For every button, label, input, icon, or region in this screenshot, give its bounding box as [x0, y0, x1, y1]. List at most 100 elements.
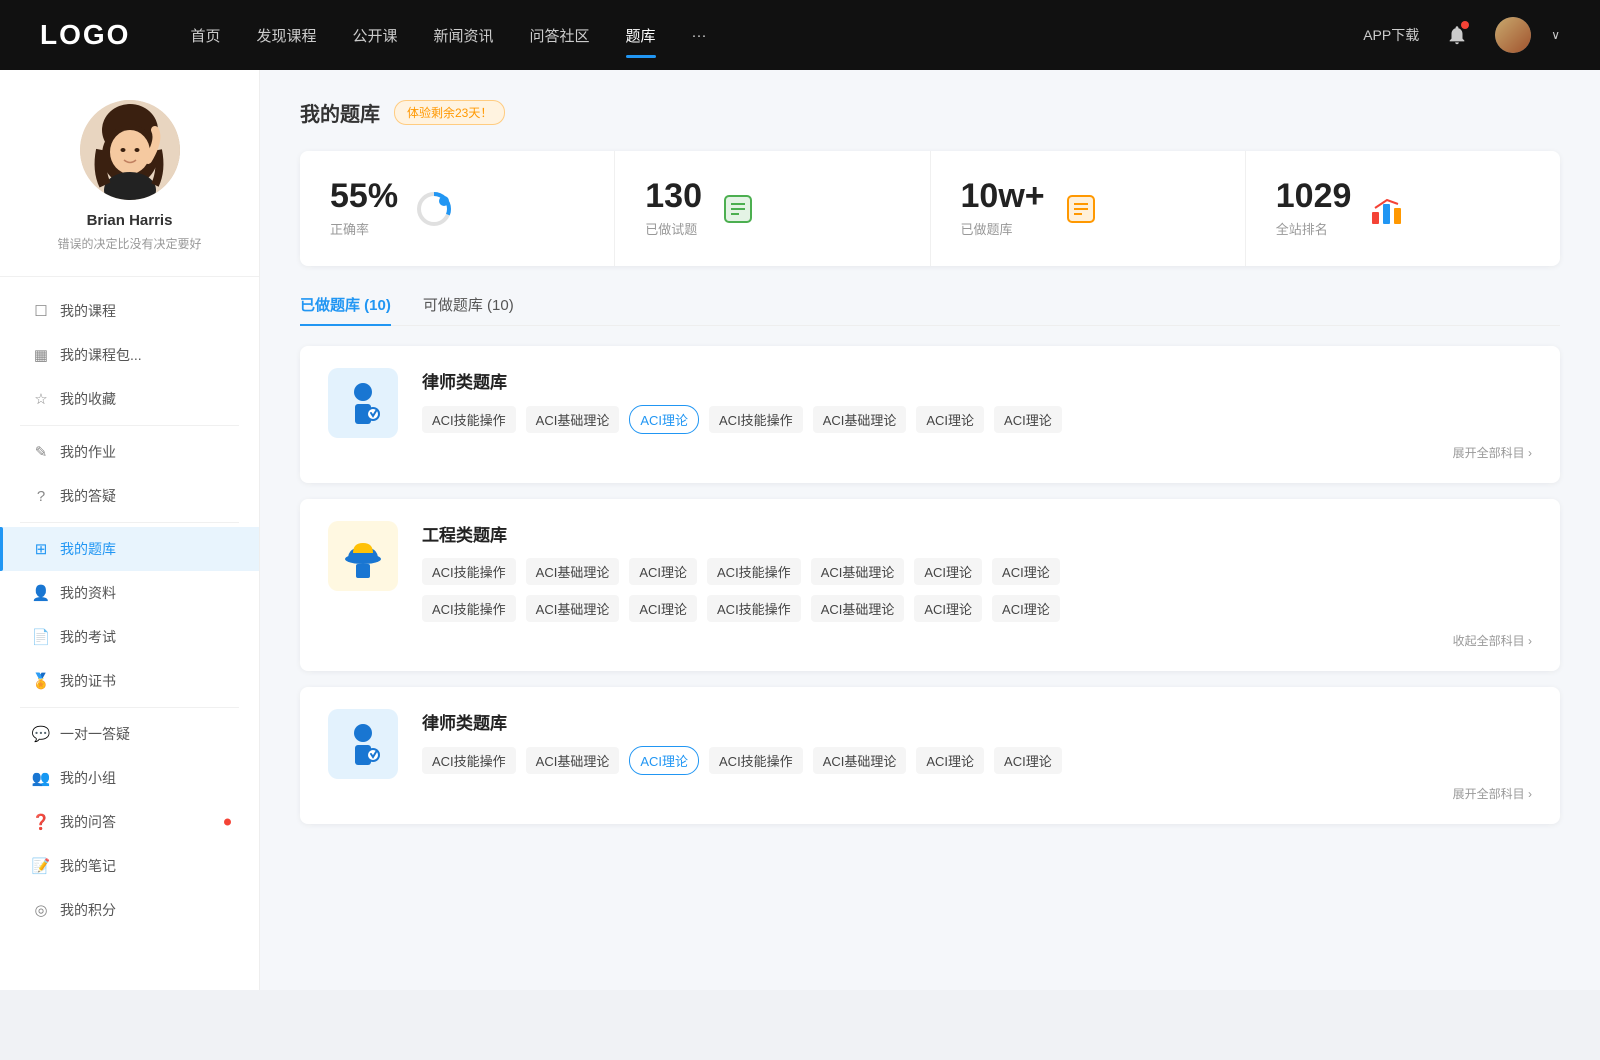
page-title: 我的题库 — [300, 98, 380, 127]
sidebar-nav: ☐ 我的课程 ▦ 我的课程包... ☆ 我的收藏 ✎ 我的作业 ? 我的答疑 — [0, 277, 259, 944]
notification-bell[interactable] — [1439, 17, 1475, 53]
stat-rank-label: 全站排名 — [1276, 219, 1352, 238]
chart-icon: ▦ — [32, 346, 50, 364]
stat-accuracy: 55% 正确率 — [300, 151, 615, 266]
expand-link-lawyer-1[interactable]: 展开全部科目 › — [422, 444, 1532, 461]
stat-done-banks: 10w+ 已做题库 — [931, 151, 1246, 266]
tag-eng-r2-2[interactable]: ACI理论 — [629, 595, 697, 622]
tag-lawyer2-3[interactable]: ACI技能操作 — [709, 747, 803, 774]
sidebar-item-homework[interactable]: ✎ 我的作业 — [0, 430, 259, 474]
tag-lawyer-1-1[interactable]: ACI基础理论 — [526, 406, 620, 433]
profile-name: Brian Harris — [87, 212, 173, 229]
expand-link-lawyer-2[interactable]: 展开全部科目 › — [422, 785, 1532, 802]
nav-news[interactable]: 新闻资讯 — [434, 21, 494, 50]
doc-icon: 📄 — [32, 628, 50, 646]
tag-lawyer2-5[interactable]: ACI理论 — [916, 747, 984, 774]
bank-card-body-lawyer-1: 律师类题库 ACI技能操作 ACI基础理论 ACI理论 ACI技能操作 ACI基… — [422, 368, 1532, 461]
group-icon: 👥 — [32, 769, 50, 787]
sidebar-item-favorites[interactable]: ☆ 我的收藏 — [0, 377, 259, 421]
tag-eng-2[interactable]: ACI理论 — [629, 558, 697, 585]
nav-discover[interactable]: 发现课程 — [256, 21, 316, 50]
sidebar-item-course-package[interactable]: ▦ 我的课程包... — [0, 333, 259, 377]
tab-available-banks[interactable]: 可做题库 (10) — [423, 294, 514, 325]
chat-icon: 💬 — [32, 725, 50, 743]
tag-eng-r2-3[interactable]: ACI技能操作 — [707, 595, 801, 622]
user-icon: 👤 — [32, 584, 50, 602]
engineer-icon — [338, 531, 388, 581]
logo[interactable]: LOGO — [40, 19, 130, 51]
edit-icon: ✎ — [32, 443, 50, 461]
sidebar-item-profile[interactable]: 👤 我的资料 — [0, 571, 259, 615]
tag-eng-r2-5[interactable]: ACI理论 — [914, 595, 982, 622]
page-title-row: 我的题库 体验剩余23天！ — [300, 98, 1560, 127]
qa-notification-dot — [224, 819, 231, 826]
nav-more[interactable]: ··· — [692, 23, 707, 48]
bank-card-title-lawyer-2: 律师类题库 — [422, 709, 1532, 734]
tag-eng-r2-6[interactable]: ACI理论 — [992, 595, 1060, 622]
divider-2 — [20, 522, 239, 523]
sidebar-item-questions[interactable]: ? 我的答疑 — [0, 474, 259, 518]
tag-lawyer-1-6[interactable]: ACI理论 — [994, 406, 1062, 433]
tag-lawyer2-4[interactable]: ACI基础理论 — [813, 747, 907, 774]
stat-done-questions-number: 130 — [645, 179, 702, 213]
sidebar-item-one-on-one[interactable]: 💬 一对一答疑 — [0, 712, 259, 756]
tag-eng-r2-0[interactable]: ACI技能操作 — [422, 595, 516, 622]
tag-lawyer2-2[interactable]: ACI理论 — [629, 746, 699, 775]
stat-done-banks-number: 10w+ — [961, 179, 1045, 213]
avatar[interactable] — [1495, 17, 1531, 53]
divider-1 — [20, 425, 239, 426]
tag-eng-1[interactable]: ACI基础理论 — [526, 558, 620, 585]
sidebar-item-group[interactable]: 👥 我的小组 — [0, 756, 259, 800]
bank-card-tags-engineer-row1: ACI技能操作 ACI基础理论 ACI理论 ACI技能操作 ACI基础理论 AC… — [422, 558, 1532, 585]
sidebar-item-bank[interactable]: ⊞ 我的题库 — [0, 527, 259, 571]
tag-lawyer2-6[interactable]: ACI理论 — [994, 747, 1062, 774]
tag-lawyer-1-4[interactable]: ACI基础理论 — [813, 406, 907, 433]
tag-eng-r2-4[interactable]: ACI基础理论 — [811, 595, 905, 622]
nav-home[interactable]: 首页 — [190, 21, 220, 50]
tag-lawyer2-0[interactable]: ACI技能操作 — [422, 747, 516, 774]
sidebar-item-notes[interactable]: 📝 我的笔记 — [0, 844, 259, 888]
sidebar-item-courses[interactable]: ☐ 我的课程 — [0, 289, 259, 333]
bank-card-lawyer-1: 律师类题库 ACI技能操作 ACI基础理论 ACI理论 ACI技能操作 ACI基… — [300, 346, 1560, 483]
stat-accuracy-label: 正确率 — [330, 219, 398, 238]
stat-accuracy-number: 55% — [330, 179, 398, 213]
avatar-dropdown-icon[interactable]: ∨ — [1551, 28, 1560, 42]
sidebar-item-my-qa[interactable]: ❓ 我的问答 — [0, 800, 259, 844]
tag-lawyer-1-3[interactable]: ACI技能操作 — [709, 406, 803, 433]
sidebar-item-points[interactable]: ◎ 我的积分 — [0, 888, 259, 932]
collapse-link-engineer[interactable]: 收起全部科目 › — [422, 632, 1532, 649]
sidebar-item-cert[interactable]: 🏅 我的证书 — [0, 659, 259, 703]
sidebar-profile: Brian Harris 错误的决定比没有决定要好 — [0, 100, 259, 277]
tag-lawyer-1-0[interactable]: ACI技能操作 — [422, 406, 516, 433]
grid-icon: ⊞ — [32, 540, 50, 558]
tag-eng-4[interactable]: ACI基础理论 — [811, 558, 905, 585]
tag-lawyer-1-5[interactable]: ACI理论 — [916, 406, 984, 433]
stat-done-banks-label: 已做题库 — [961, 219, 1045, 238]
stat-done-questions: 130 已做试题 — [615, 151, 930, 266]
tab-done-banks[interactable]: 已做题库 (10) — [300, 294, 391, 325]
tag-eng-5[interactable]: ACI理论 — [914, 558, 982, 585]
accuracy-chart-icon — [414, 189, 454, 229]
bank-icon-lawyer-1 — [328, 368, 398, 438]
cert-icon: 🏅 — [32, 672, 50, 690]
sidebar-item-exam[interactable]: 📄 我的考试 — [0, 615, 259, 659]
tag-eng-0[interactable]: ACI技能操作 — [422, 558, 516, 585]
sidebar: Brian Harris 错误的决定比没有决定要好 ☐ 我的课程 ▦ 我的课程包… — [0, 70, 260, 990]
trial-badge: 体验剩余23天！ — [394, 100, 505, 125]
banks-icon — [1061, 189, 1101, 229]
tag-lawyer-1-2[interactable]: ACI理论 — [629, 405, 699, 434]
nav-open-course[interactable]: 公开课 — [352, 21, 397, 50]
bank-card-tags-lawyer-2: ACI技能操作 ACI基础理论 ACI理论 ACI技能操作 ACI基础理论 AC… — [422, 746, 1532, 775]
tag-eng-3[interactable]: ACI技能操作 — [707, 558, 801, 585]
nav-menu: 首页 发现课程 公开课 新闻资讯 问答社区 题库 ··· — [190, 21, 1363, 50]
bank-card-title-engineer: 工程类题库 — [422, 521, 1532, 546]
app-download-link[interactable]: APP下载 — [1363, 25, 1419, 45]
tag-lawyer2-1[interactable]: ACI基础理论 — [526, 747, 620, 774]
bank-card-lawyer-2: 律师类题库 ACI技能操作 ACI基础理论 ACI理论 ACI技能操作 ACI基… — [300, 687, 1560, 824]
bank-card-body-lawyer-2: 律师类题库 ACI技能操作 ACI基础理论 ACI理论 ACI技能操作 ACI基… — [422, 709, 1532, 802]
tag-eng-r2-1[interactable]: ACI基础理论 — [526, 595, 620, 622]
nav-bank[interactable]: 题库 — [626, 21, 656, 50]
stat-rank-number: 1029 — [1276, 179, 1352, 213]
tag-eng-6[interactable]: ACI理论 — [992, 558, 1060, 585]
nav-qa[interactable]: 问答社区 — [530, 21, 590, 50]
